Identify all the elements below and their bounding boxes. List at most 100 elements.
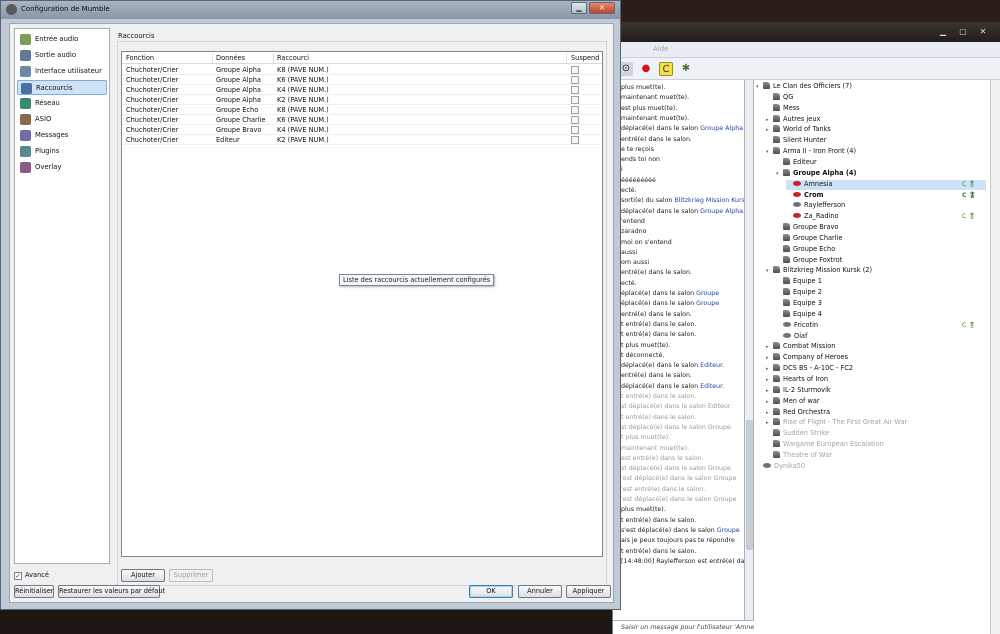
channel-item[interactable]: Wargame European Escalation [766, 440, 986, 450]
expand-arrow-icon[interactable]: ▸ [766, 355, 773, 361]
channel-item[interactable]: Groupe Echo [776, 244, 986, 255]
log-link[interactable]: Editeur. [700, 362, 724, 369]
column-header-data[interactable]: Données [216, 54, 245, 62]
expand-arrow-icon[interactable]: ▸ [766, 377, 773, 383]
channel-item[interactable]: Equipe 2 [776, 288, 986, 298]
channel-item[interactable]: Groupe Foxtrot [776, 255, 986, 266]
close-icon[interactable]: ✕ [589, 2, 615, 14]
column-header-suspend[interactable]: Suspend [571, 54, 599, 62]
lock-icon[interactable]: ⊙ [619, 62, 633, 76]
channel-item[interactable]: Editeur [776, 157, 986, 168]
expand-arrow-icon[interactable]: ▸ [766, 127, 773, 133]
restore-defaults-button[interactable]: Restaurer les valeurs par défaut [58, 585, 165, 598]
minimize-icon[interactable]: ▁ [571, 2, 587, 14]
channel-item[interactable]: ▾ Le Clan des Officiers (7) [756, 82, 986, 92]
suspend-checkbox[interactable] [571, 96, 579, 104]
comment-icon[interactable]: C [659, 62, 673, 76]
category-item[interactable]: Messages [17, 128, 107, 143]
suspend-checkbox[interactable] [571, 116, 579, 124]
category-item[interactable]: Sortie audio [17, 48, 107, 63]
expand-arrow-icon[interactable]: ▸ [766, 399, 773, 405]
category-item[interactable]: Entrée audio [17, 32, 107, 47]
channel-item[interactable]: ▸ DCS BS - A-10C - FC2 [766, 364, 986, 374]
suspend-checkbox[interactable] [571, 86, 579, 94]
chat-input[interactable]: Saisir un message pour l'utilisateur 'Am… [613, 620, 754, 634]
channel-item[interactable]: ▸ Combat Mission [766, 342, 986, 352]
table-row[interactable]: Chuchoter/Crier Editeur K2 (PAVE NUM.) [122, 135, 600, 145]
suspend-checkbox[interactable] [571, 76, 579, 84]
log-link[interactable]: Groupe Alpha. [700, 125, 744, 132]
log-link[interactable]: Blitzkrieg Mission Kursk [674, 197, 744, 204]
column-header-function[interactable]: Fonction [126, 54, 154, 62]
channel-item[interactable]: ▸ Hearts of Iron [766, 374, 986, 385]
ok-button[interactable]: OK [469, 585, 513, 598]
user-item[interactable]: Olaf [776, 332, 986, 342]
suspend-checkbox[interactable] [571, 106, 579, 114]
channel-item[interactable]: ▸ Rise of Flight - The First Great Air Wa… [766, 418, 986, 428]
reset-button[interactable]: Réinitialiser [14, 585, 54, 598]
expand-arrow-icon[interactable]: ▾ [776, 171, 783, 177]
channel-item[interactable]: ▸ Company of Heroes [766, 353, 986, 363]
channel-item[interactable]: ▸ Red Orchestra [766, 407, 986, 418]
advanced-checkbox[interactable]: ✓ Avancé [14, 571, 49, 580]
user-item[interactable]: Raylefferson [786, 201, 986, 211]
minimize-icon[interactable]: ▁ [935, 26, 951, 37]
channel-item[interactable]: Equipe 3 [776, 299, 986, 309]
table-row[interactable]: Chuchoter/Crier Groupe Alpha K8 (PAVE NUM.… [122, 65, 600, 75]
channel-item[interactable]: Silent Hunter [766, 136, 986, 146]
table-row[interactable]: Chuchoter/Crier Groupe Bravo K4 (PAVE NUM.… [122, 125, 600, 135]
expand-arrow-icon[interactable]: ▸ [766, 420, 773, 426]
log-scrollbar[interactable] [745, 80, 754, 620]
expand-arrow-icon[interactable]: ▸ [766, 344, 773, 350]
column-header-shortcut[interactable]: Raccourci [277, 54, 309, 62]
category-item[interactable]: Raccourcis [17, 80, 107, 95]
user-item[interactable]: Dynika50 [756, 462, 986, 472]
tree-scrollbar[interactable] [990, 80, 1000, 634]
log-link[interactable]: Groupe Alpha. [700, 208, 744, 215]
expand-arrow-icon[interactable]: ▸ [766, 117, 773, 123]
apply-button[interactable]: Appliquer [566, 585, 611, 598]
channel-item[interactable]: ▾ Groupe Alpha (4) [776, 168, 986, 179]
expand-arrow-icon[interactable]: ▸ [766, 410, 773, 416]
suspend-checkbox[interactable] [571, 66, 579, 74]
table-row[interactable]: Chuchoter/Crier Groupe Alpha K2 (PAVE NUM.… [122, 95, 600, 105]
suspend-checkbox[interactable] [571, 126, 579, 134]
table-row[interactable]: Chuchoter/Crier Groupe Alpha K6 (PAVE NUM.… [122, 75, 600, 85]
channel-item[interactable]: Theatre of War [766, 450, 986, 461]
category-item[interactable]: Overlay [17, 160, 107, 175]
expand-arrow-icon[interactable]: ▸ [766, 366, 773, 372]
expand-arrow-icon[interactable]: ▾ [756, 84, 763, 90]
cancel-button[interactable]: Annuler [518, 585, 562, 598]
record-icon[interactable]: ● [639, 62, 653, 76]
channel-item[interactable]: ▸ Men of war [766, 396, 986, 407]
user-item[interactable]: Amnesia C 🎖 [786, 179, 986, 190]
category-item[interactable]: ASIO [17, 112, 107, 127]
expand-arrow-icon[interactable]: ▾ [766, 268, 773, 274]
suspend-checkbox[interactable] [571, 136, 579, 144]
channel-item[interactable]: Equipe 4 [776, 309, 986, 320]
user-item[interactable]: Za_Radino C 🎖 [786, 212, 986, 222]
user-item[interactable]: Crom C 🎖 [786, 191, 986, 201]
table-row[interactable]: Chuchoter/Crier Groupe Echo K8 (PAVE NUM.) [122, 105, 600, 115]
configure-icon[interactable]: ✱ [679, 62, 693, 76]
channel-item[interactable]: Groupe Bravo [776, 223, 986, 233]
category-item[interactable]: Plugins [17, 144, 107, 159]
expand-arrow-icon[interactable]: ▸ [766, 388, 773, 394]
checkbox-box[interactable]: ✓ [14, 572, 22, 580]
close-icon[interactable]: ✕ [975, 26, 991, 37]
channel-item[interactable]: Groupe Charlie [776, 233, 986, 244]
channel-item[interactable]: Sudden Strike [766, 429, 986, 439]
channel-item[interactable]: Equipe 1 [776, 277, 986, 287]
user-item[interactable]: Fricotin C 🎖 [776, 321, 986, 331]
expand-arrow-icon[interactable]: ▾ [766, 149, 773, 155]
maximize-icon[interactable]: ▢ [955, 26, 971, 37]
menu-help[interactable]: Aide [653, 45, 668, 53]
channel-item[interactable]: ▸ World of Tanks [766, 125, 986, 135]
channel-item[interactable]: ▾ Blitzkrieg Mission Kursk (2) [766, 266, 986, 276]
table-row[interactable]: Chuchoter/Crier Groupe Charlie K6 (PAVE NU… [122, 115, 600, 125]
log-scrollbar-thumb[interactable] [746, 420, 753, 550]
channel-item[interactable]: ▾ Arma II - Iron Front (4) [766, 147, 986, 157]
add-shortcut-button[interactable]: Ajouter [121, 569, 165, 582]
log-link[interactable]: Groupe [717, 527, 740, 534]
remove-shortcut-button[interactable]: Supprimer [169, 569, 213, 582]
